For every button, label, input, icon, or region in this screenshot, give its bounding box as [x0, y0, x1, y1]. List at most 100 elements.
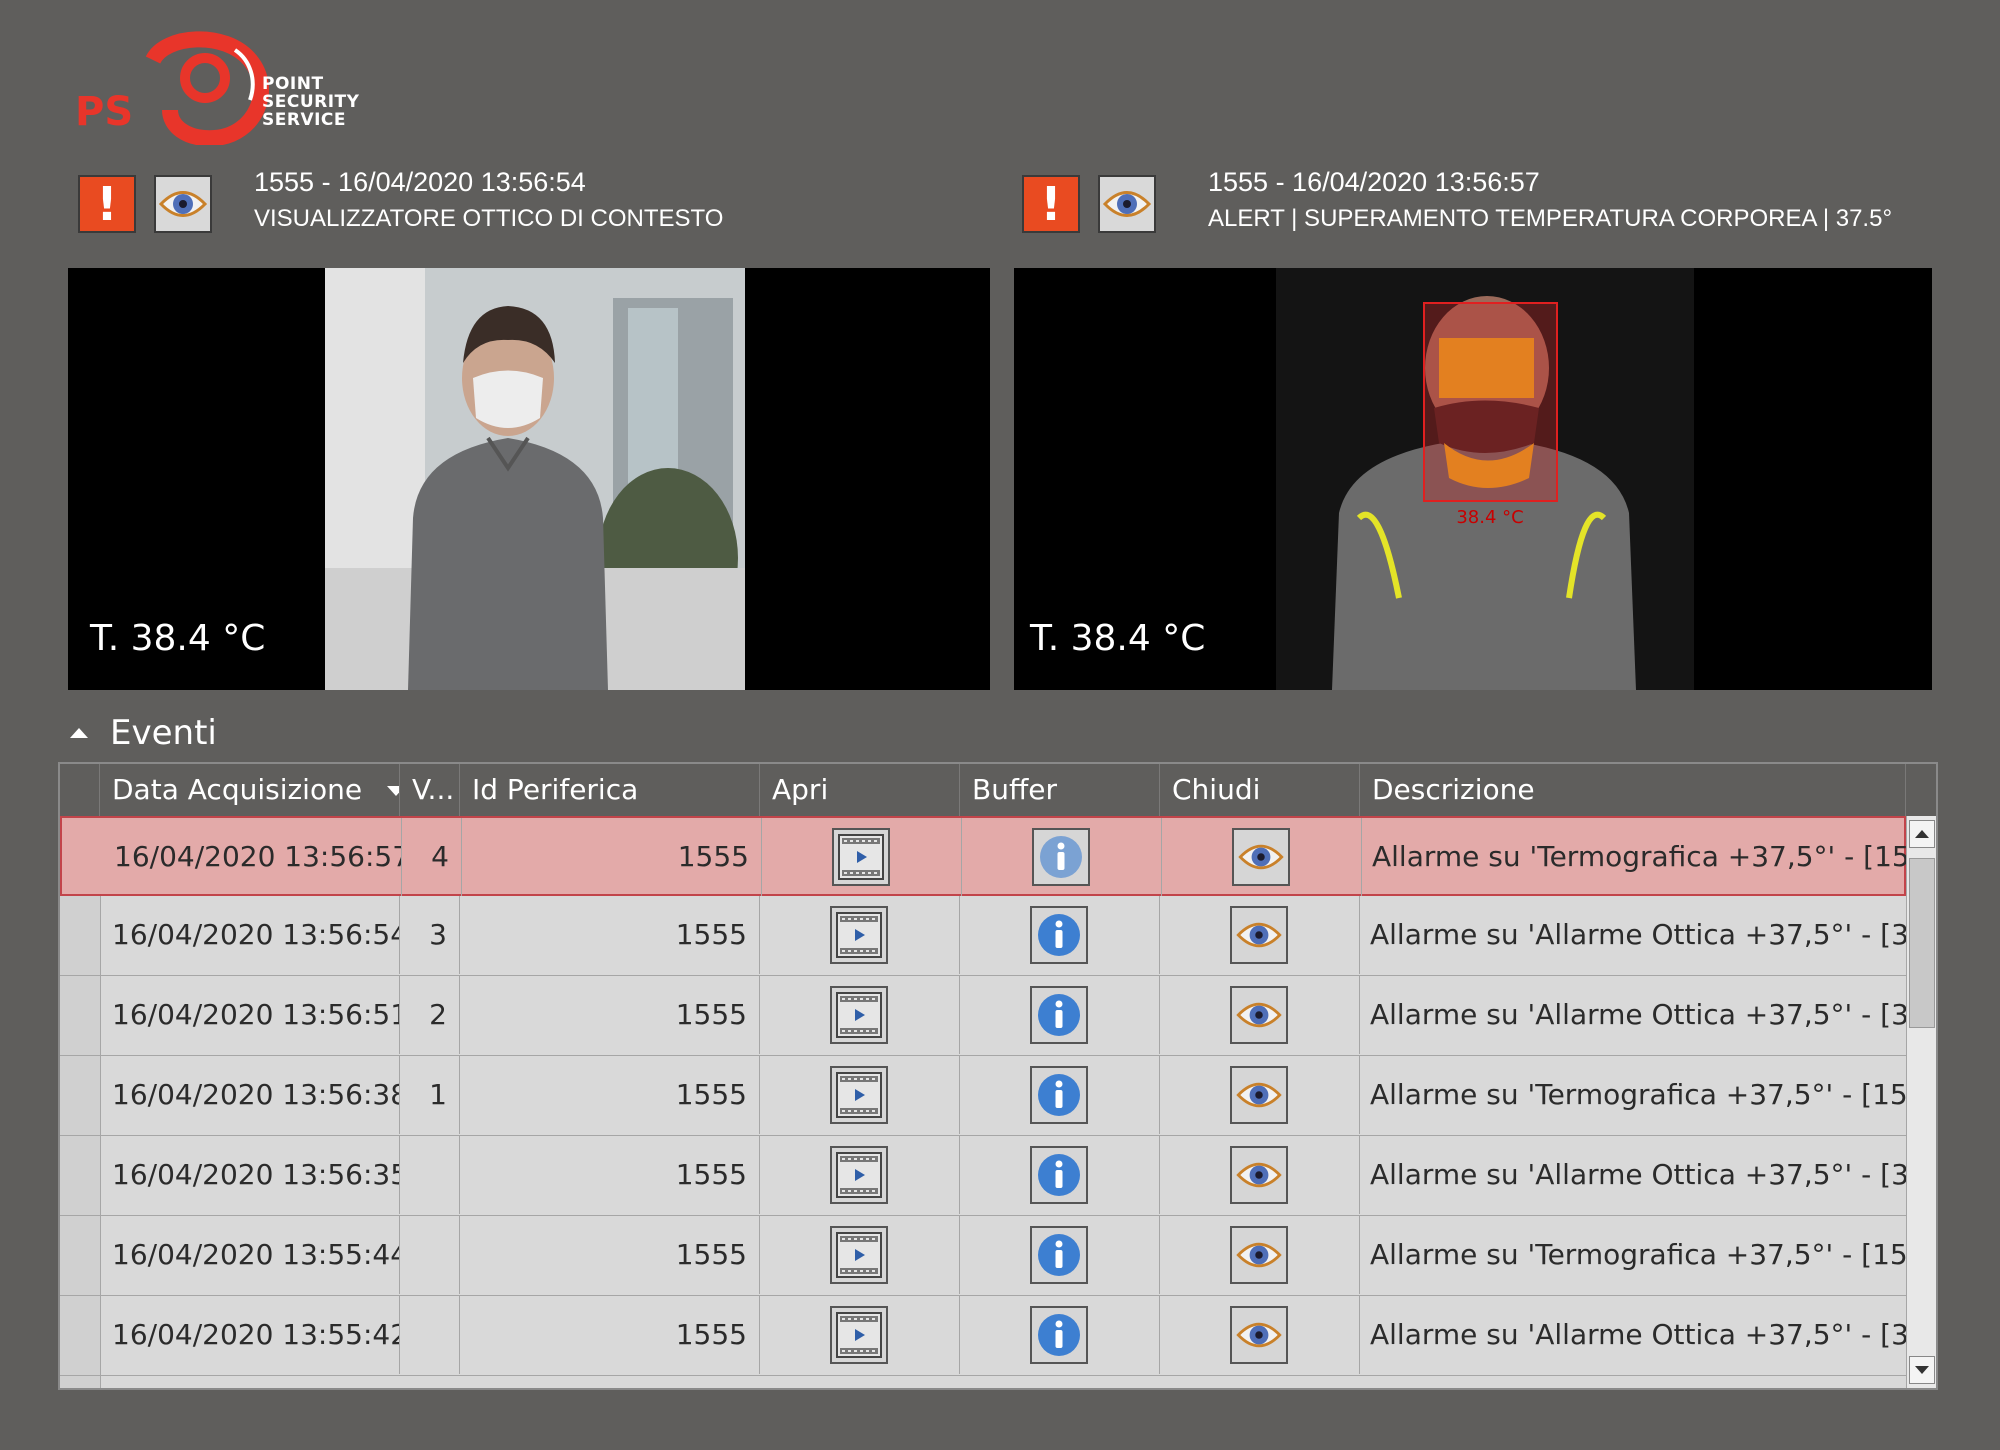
cell-chiudi — [1160, 1136, 1360, 1214]
cell-apri — [760, 1216, 960, 1294]
cell-date: 16/04/2020 13:55:44 — [100, 1216, 400, 1294]
thermal-camera-view[interactable]: 38.4 °C T. 38.4 °C — [1014, 268, 1932, 690]
collapse-icon[interactable] — [70, 728, 88, 738]
table-row[interactable]: 16/04/2020 13:56:35 1555 Allarme su 'Allar… — [60, 1136, 1906, 1216]
right-panel-title: 1555 - 16/04/2020 13:56:57 — [1208, 167, 1540, 197]
header-corner — [60, 764, 100, 816]
logo-wordmark: POINT SECURITY SERVICE — [262, 74, 360, 130]
eye-icon[interactable] — [1230, 1146, 1288, 1204]
optical-temperature-label: T. 38.4 °C — [90, 618, 266, 659]
cell-apri — [762, 818, 962, 896]
info-icon[interactable] — [1030, 986, 1088, 1044]
cell-date: 16/04/2020 13:56:35 — [100, 1136, 400, 1214]
col-header-data[interactable]: Data Acquisizione — [100, 764, 400, 816]
cell-descrizione: Allarme su 'Termografica +37,5°' - [158] — [1370, 1238, 1906, 1271]
cell-descrizione: Allarme su 'Termografica +37,5°' - [158] — [1372, 840, 1908, 873]
cell-id: 1555 — [462, 818, 762, 896]
eye-icon[interactable] — [1098, 175, 1156, 233]
cell-descrizione: Allarme su 'Allarme Ottica +37,5°' - [30… — [1370, 918, 1906, 951]
play-video-icon[interactable] — [830, 1226, 888, 1284]
face-temperature-tag: 38.4 °C — [1456, 507, 1523, 528]
cell-v: 1 — [400, 1056, 460, 1134]
col-header-id[interactable]: Id Periferica — [460, 764, 760, 816]
alert-icon[interactable]: ! — [78, 175, 136, 233]
cell-v: 4 — [402, 818, 462, 896]
info-icon[interactable] — [1030, 906, 1088, 964]
col-header-v[interactable]: V... — [400, 764, 460, 816]
right-panel-subtitle: ALERT | SUPERAMENTO TEMPERATURA CORPOREA… — [1208, 205, 1893, 232]
eye-icon[interactable] — [154, 175, 212, 233]
scroll-down-button[interactable] — [1909, 1356, 1935, 1384]
play-video-icon[interactable] — [832, 828, 890, 886]
cell-buffer — [960, 1056, 1160, 1134]
grid-header: Data Acquisizione V... Id Periferica Apr… — [60, 764, 1936, 817]
alert-icon[interactable]: ! — [1022, 175, 1080, 233]
table-row-partial — [60, 1376, 1906, 1388]
cell-apri — [760, 1296, 960, 1374]
cell-apri — [760, 1136, 960, 1214]
cell-date: 16/04/2020 13:56:38 — [100, 1056, 400, 1134]
info-icon[interactable] — [1032, 828, 1090, 886]
cell-chiudi — [1160, 1056, 1360, 1134]
events-section-title: Eventi — [110, 713, 217, 753]
eye-icon[interactable] — [1230, 906, 1288, 964]
cell-descrizione: Allarme su 'Allarme Ottica +37,5°' - [30… — [1370, 998, 1906, 1031]
play-video-icon[interactable] — [830, 906, 888, 964]
cell-id: 1555 — [460, 1136, 760, 1214]
cell-buffer — [960, 1296, 1160, 1374]
cell-id: 1555 — [460, 976, 760, 1054]
vertical-scrollbar[interactable] — [1906, 816, 1936, 1388]
cell-id: 1555 — [460, 1056, 760, 1134]
play-video-icon[interactable] — [830, 1066, 888, 1124]
cell-apri — [760, 976, 960, 1054]
table-row[interactable]: 16/04/2020 13:56:54 3 1555 Allarme su 'Alla… — [60, 896, 1906, 976]
optical-camera-view[interactable]: T. 38.4 °C — [68, 268, 990, 690]
eye-icon[interactable] — [1230, 1306, 1288, 1364]
col-header-buffer[interactable]: Buffer — [960, 764, 1160, 816]
eye-icon[interactable] — [1230, 1226, 1288, 1284]
cell-apri — [760, 896, 960, 974]
play-video-icon[interactable] — [830, 986, 888, 1044]
scroll-thumb[interactable] — [1909, 858, 1935, 1028]
info-icon[interactable] — [1030, 1306, 1088, 1364]
cell-buffer — [962, 818, 1162, 896]
table-row[interactable]: 16/04/2020 13:55:44 1555 Allarme su 'Termo… — [60, 1216, 1906, 1296]
cell-apri — [760, 1056, 960, 1134]
svg-text:PS: PS — [75, 89, 133, 135]
cell-v — [400, 1296, 460, 1374]
cell-descrizione: Allarme su 'Allarme Ottica +37,5°' - [30… — [1370, 1318, 1906, 1351]
thermal-temperature-label: T. 38.4 °C — [1030, 618, 1206, 659]
cell-chiudi — [1160, 1296, 1360, 1374]
cell-descrizione: Allarme su 'Termografica +37,5°' - [158] — [1370, 1078, 1906, 1111]
left-panel-title: 1555 - 16/04/2020 13:56:54 — [254, 167, 586, 197]
table-row[interactable]: 16/04/2020 13:56:51 2 1555 Allarme su 'Alla… — [60, 976, 1906, 1056]
col-header-chiudi[interactable]: Chiudi — [1160, 764, 1360, 816]
info-icon[interactable] — [1030, 1146, 1088, 1204]
cell-chiudi — [1160, 976, 1360, 1054]
cell-chiudi — [1160, 1216, 1360, 1294]
play-video-icon[interactable] — [830, 1306, 888, 1364]
cell-v: 2 — [400, 976, 460, 1054]
cell-date: 16/04/2020 13:56:51 — [100, 976, 400, 1054]
cell-date: 16/04/2020 13:55:42 — [100, 1296, 400, 1374]
eye-icon[interactable] — [1230, 986, 1288, 1044]
col-header-descrizione[interactable]: Descrizione — [1360, 764, 1906, 816]
table-row[interactable]: 16/04/2020 13:55:42 1555 Allarme su 'Allar… — [60, 1296, 1906, 1376]
scroll-up-button[interactable] — [1909, 820, 1935, 848]
info-icon[interactable] — [1030, 1066, 1088, 1124]
table-row[interactable]: 16/04/2020 13:56:57 4 1555 Allarme su 'Term… — [60, 816, 1908, 896]
cell-date: 16/04/2020 13:56:54 — [100, 896, 400, 974]
col-header-apri[interactable]: Apri — [760, 764, 960, 816]
cell-date: 16/04/2020 13:56:57 — [102, 818, 402, 896]
cell-id: 1555 — [460, 896, 760, 974]
eye-icon[interactable] — [1232, 828, 1290, 886]
play-video-icon[interactable] — [830, 1146, 888, 1204]
table-row[interactable]: 16/04/2020 13:56:38 1 1555 Allarme su 'Term… — [60, 1056, 1906, 1136]
eye-icon[interactable] — [1230, 1066, 1288, 1124]
cell-chiudi — [1160, 896, 1360, 974]
cell-buffer — [960, 1136, 1160, 1214]
info-icon[interactable] — [1030, 1226, 1088, 1284]
events-grid[interactable]: Data Acquisizione V... Id Periferica Apr… — [58, 762, 1938, 1390]
cell-buffer — [960, 896, 1160, 974]
cell-id: 1555 — [460, 1296, 760, 1374]
